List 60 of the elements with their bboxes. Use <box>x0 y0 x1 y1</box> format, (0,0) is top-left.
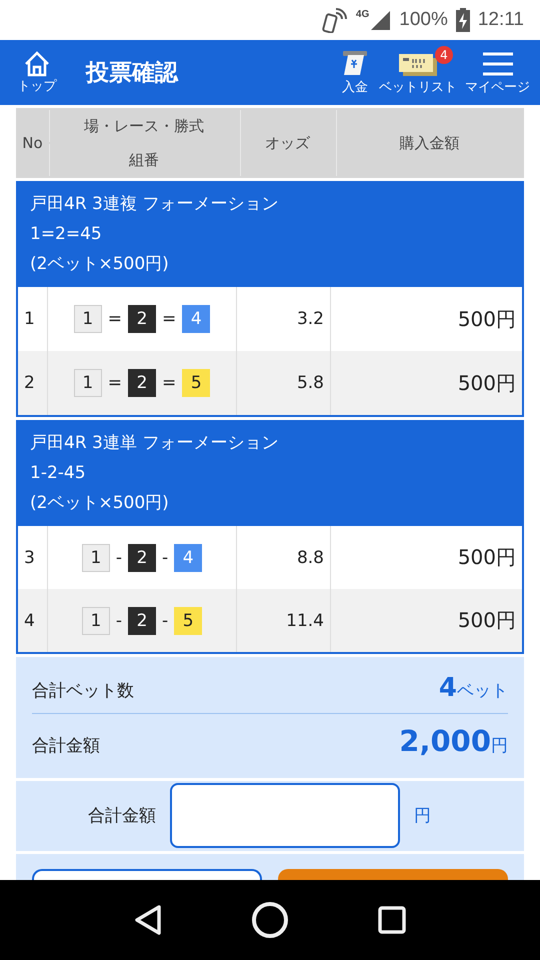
summary-label: 合計ベット数 <box>32 680 134 702</box>
boat-number: 5 <box>174 606 202 634</box>
page-title: 投票確認 <box>86 59 180 88</box>
home-circle-icon[interactable] <box>250 901 289 939</box>
boat-number: 1 <box>82 606 110 634</box>
battery-percent: 100% <box>399 9 448 31</box>
table-cell-text: 2 <box>23 372 36 395</box>
unit-label: 円 <box>414 805 431 828</box>
table-cell: 5.8 <box>236 351 330 415</box>
table-cell: 500円 <box>330 351 522 415</box>
separator: = <box>108 309 122 329</box>
separator: = <box>162 373 176 393</box>
separator: - <box>162 610 168 630</box>
back-icon[interactable] <box>134 904 162 936</box>
home-icon <box>23 50 51 76</box>
count-badge: 4 <box>435 46 453 64</box>
bet-detail: (2ベット×500円) <box>30 253 170 276</box>
menu-button[interactable]: マイページ <box>465 50 530 96</box>
combination-text: 1=2=45 <box>30 223 103 246</box>
home-button[interactable]: トップ <box>14 50 60 94</box>
boat-number: 2 <box>128 369 156 397</box>
network-type: 4G <box>356 9 370 20</box>
amount-field[interactable] <box>170 783 400 848</box>
signal-icon <box>369 9 392 31</box>
menu-icon <box>480 50 514 78</box>
summary-value: 4 <box>438 673 457 703</box>
separator: - <box>116 610 122 630</box>
summary-value: 2,000 <box>399 724 491 758</box>
summary-unit: ベット <box>457 681 508 701</box>
boat-number: 5 <box>182 369 210 397</box>
separator: = <box>162 309 176 329</box>
boat-number: 2 <box>128 544 156 572</box>
boat-number: 4 <box>182 305 210 333</box>
race-title: 戸田4R 3連単 フォーメーション <box>30 432 280 455</box>
nfc-phone-icon <box>322 7 348 33</box>
table-cell-text: 3 <box>23 546 36 570</box>
boat-number: 4 <box>174 544 202 572</box>
separator: = <box>108 373 122 393</box>
battery-charging-icon <box>456 8 470 32</box>
separator: - <box>116 548 122 568</box>
cancel-button[interactable] <box>32 868 262 880</box>
summary-label: 合計金額 <box>32 735 100 757</box>
header-button[interactable]: 入金 <box>339 50 371 96</box>
table-cell: 500円 <box>330 589 522 652</box>
clock: 12:11 <box>478 9 524 31</box>
combination-text: 1-2-45 <box>30 462 87 485</box>
table-cell-text: 1 <box>23 308 36 331</box>
bet-detail: (2ベット×500円) <box>30 492 170 515</box>
separator: - <box>162 548 168 568</box>
boat-number: 2 <box>128 305 156 333</box>
boat-number: 2 <box>128 606 156 634</box>
recents-icon[interactable] <box>378 906 406 934</box>
boat-number: 1 <box>74 369 102 397</box>
table-cell-text: 4 <box>23 610 36 632</box>
summary-unit: 円 <box>491 736 508 756</box>
boat-number: 1 <box>74 305 102 333</box>
field-label: 合計金額 <box>88 805 156 828</box>
race-title: 戸田4R 3連複 フォーメーション <box>30 193 280 216</box>
boat-number: 1 <box>82 544 110 572</box>
table-cell: 11.4 <box>236 589 330 652</box>
